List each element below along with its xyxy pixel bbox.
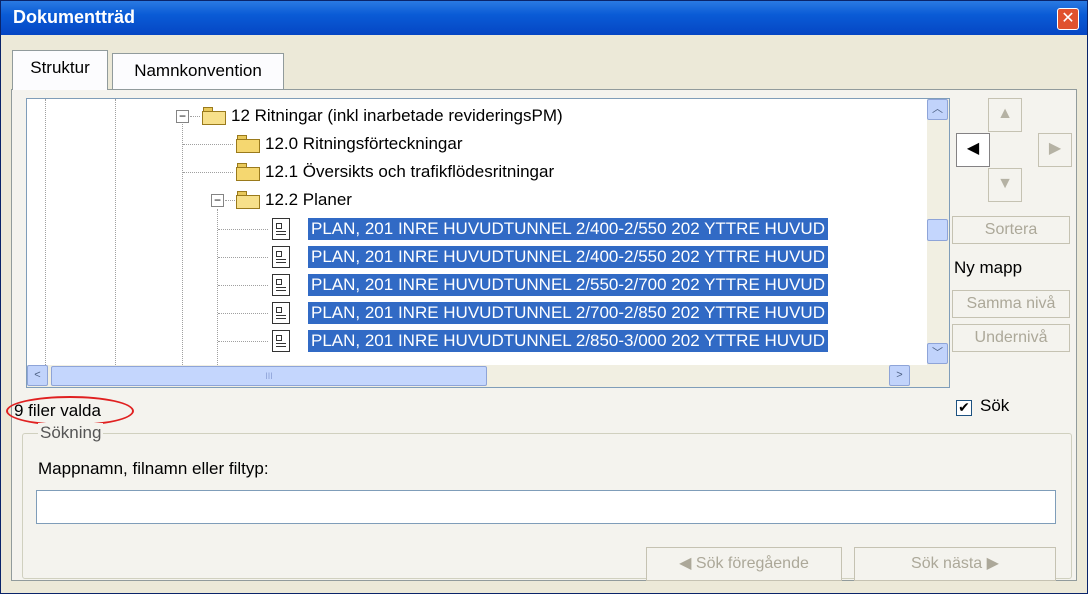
tree-row-label: 12.0 Ritningsförteckningar	[265, 134, 463, 153]
document-icon	[272, 274, 290, 296]
move-left-button[interactable]: ◀	[956, 133, 990, 167]
tree-row-label: 12.2 Planer	[265, 190, 352, 209]
chevron-up-icon: ︿	[932, 103, 943, 115]
tree-row[interactable]: PLAN, 201 INRE HUVUDTUNNEL 2/550-2/700 2…	[27, 272, 927, 300]
vertical-scrollbar[interactable]: ︿ ﹀	[927, 99, 949, 365]
chevron-down-icon: ﹀	[932, 347, 943, 359]
tree-row-label: PLAN, 201 INRE HUVUDTUNNEL 2/400-2/550 2…	[308, 218, 828, 240]
horizontal-scrollbar[interactable]: < III >	[27, 365, 949, 387]
close-icon: ✕	[1061, 10, 1075, 27]
tree-row-label: 12 Ritningar (inkl inarbetade revidering…	[231, 106, 563, 125]
tree-row[interactable]: − 12 Ritningar (inkl inarbetade revideri…	[27, 103, 927, 131]
search-checkbox-label: Sök	[980, 396, 1010, 415]
sort-button[interactable]: Sortera	[952, 216, 1070, 244]
move-up-button[interactable]: ▲	[988, 98, 1022, 132]
folder-icon	[236, 135, 260, 153]
tree-row[interactable]: PLAN, 201 INRE HUVUDTUNNEL 2/850-3/000 2…	[27, 328, 927, 356]
document-tree[interactable]: − 12 Ritningar (inkl inarbetade revideri…	[26, 98, 950, 388]
tree-row[interactable]: PLAN, 201 INRE HUVUDTUNNEL 2/400-2/550 2…	[27, 244, 927, 272]
document-icon	[272, 330, 290, 352]
search-previous-button[interactable]: ◀ Sök föregående	[646, 547, 842, 581]
folder-icon	[236, 163, 260, 181]
tab-namnkonvention-label: Namnkonvention	[134, 61, 262, 80]
tree-row-label: 12.1 Översikts och trafikflödesritningar	[265, 162, 555, 181]
scroll-grip-icon: III	[265, 371, 273, 381]
tree-row[interactable]: − 12.2 Planer	[27, 187, 927, 215]
tree-connector	[218, 313, 268, 314]
tree-row[interactable]: PLAN, 201 INRE HUVUDTUNNEL 2/400-2/550 2…	[27, 216, 927, 244]
arrow-down-icon: ▼	[997, 175, 1013, 192]
tree-connector	[190, 116, 200, 117]
vertical-scroll-thumb[interactable]	[927, 219, 948, 241]
tree-connector	[218, 257, 268, 258]
checkmark-icon: ✔	[958, 399, 970, 415]
arrow-left-icon: ◀	[679, 555, 692, 572]
search-next-button[interactable]: Sök nästa ▶	[854, 547, 1056, 581]
close-button[interactable]: ✕	[1057, 8, 1079, 30]
tree-row[interactable]: PLAN, 201 INRE HUVUDTUNNEL 2/700-2/850 2…	[27, 300, 927, 328]
horizontal-scroll-thumb[interactable]: III	[51, 366, 487, 386]
tree-connector	[225, 200, 235, 201]
search-previous-label: Sök föregående	[695, 555, 809, 572]
search-group-label: Sökning	[38, 423, 104, 443]
scroll-right-button[interactable]: >	[889, 365, 910, 386]
search-input[interactable]	[36, 490, 1056, 524]
move-down-button[interactable]: ▼	[988, 168, 1022, 202]
chevron-left-icon: <	[34, 369, 41, 381]
scroll-left-button[interactable]: <	[27, 365, 48, 386]
search-field-label: Mappnamn, filnamn eller filtyp:	[38, 459, 269, 478]
tree-row-label: PLAN, 201 INRE HUVUDTUNNEL 2/850-3/000 2…	[308, 330, 828, 352]
search-checkbox[interactable]: ✔	[956, 400, 972, 416]
move-right-button[interactable]: ▶	[1038, 133, 1072, 167]
same-level-button[interactable]: Samma nivå	[952, 290, 1070, 318]
collapse-icon[interactable]: −	[176, 110, 189, 123]
folder-open-icon	[236, 191, 260, 209]
tree-connector	[183, 172, 233, 173]
tree-row[interactable]: 12.0 Ritningsförteckningar	[27, 131, 927, 159]
tree-connector	[183, 144, 233, 145]
document-icon	[272, 246, 290, 268]
collapse-icon[interactable]: −	[211, 194, 224, 207]
new-folder-label: Ny mapp	[954, 258, 1023, 277]
arrow-left-icon: ◀	[966, 140, 980, 157]
tree-connector	[218, 285, 268, 286]
tree-connector	[218, 341, 268, 342]
arrow-right-icon: ▶	[1048, 140, 1062, 157]
document-icon	[272, 218, 290, 240]
tree-row-label: PLAN, 201 INRE HUVUDTUNNEL 2/550-2/700 2…	[308, 274, 828, 296]
arrow-up-icon: ▲	[997, 105, 1013, 122]
document-icon	[272, 302, 290, 324]
scroll-down-button[interactable]: ﹀	[927, 343, 948, 364]
arrow-right-icon: ▶	[986, 555, 999, 572]
scroll-up-button[interactable]: ︿	[927, 99, 948, 120]
title-bar[interactable]: Dokumentträd ✕	[1, 1, 1087, 35]
tree-connector	[218, 229, 268, 230]
search-next-label: Sök nästa	[911, 555, 983, 572]
sub-level-button[interactable]: Undernivå	[952, 324, 1070, 352]
tab-struktur[interactable]: Struktur	[12, 50, 108, 90]
tree-row[interactable]: 12.1 Översikts och trafikflödesritningar	[27, 159, 927, 187]
folder-open-icon	[202, 107, 226, 125]
tree-row-label: PLAN, 201 INRE HUVUDTUNNEL 2/700-2/850 2…	[308, 302, 828, 324]
window-title: Dokumentträd	[13, 7, 136, 27]
tree-row-label: PLAN, 201 INRE HUVUDTUNNEL 2/400-2/550 2…	[308, 246, 828, 268]
tab-namnkonvention[interactable]: Namnkonvention	[112, 53, 284, 89]
chevron-right-icon: >	[896, 369, 903, 381]
tab-struktur-label: Struktur	[30, 58, 90, 77]
annotation-circle	[6, 396, 134, 426]
